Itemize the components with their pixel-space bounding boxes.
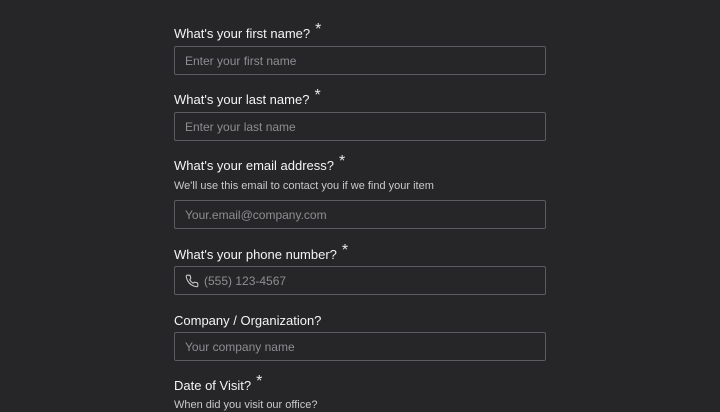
company-label-row: Company / Organization? <box>174 313 321 329</box>
company-input[interactable]: Your company name <box>174 332 546 361</box>
company-label: Company / Organization? <box>174 313 322 328</box>
last-name-label-row: What's your last name? * <box>174 87 321 108</box>
required-asterisk: * <box>339 153 346 170</box>
first-name-label-row: What's your first name? * <box>174 21 322 42</box>
phone-label: What's your phone number? <box>174 247 337 262</box>
visit-date-helper-text: When did you visit our office? <box>174 399 318 411</box>
email-label-row: What's your email address? * <box>174 153 346 174</box>
last-name-placeholder: Enter your last name <box>185 119 296 134</box>
required-asterisk: * <box>314 87 321 104</box>
email-label: What's your email address? <box>174 158 334 173</box>
phone-label-row: What's your phone number? * <box>174 242 349 263</box>
last-name-label: What's your last name? <box>174 92 310 107</box>
phone-input[interactable]: (555) 123-4567 <box>174 266 546 295</box>
visit-date-label-row: Date of Visit? * <box>174 373 263 394</box>
phone-placeholder: (555) 123-4567 <box>204 273 287 288</box>
last-name-input[interactable]: Enter your last name <box>174 112 546 141</box>
email-helper-text: We'll use this email to contact you if w… <box>174 180 434 192</box>
first-name-placeholder: Enter your first name <box>185 53 297 68</box>
required-asterisk: * <box>315 21 322 38</box>
required-asterisk: * <box>256 373 263 390</box>
required-asterisk: * <box>341 242 349 259</box>
email-input[interactable]: Your.email@company.com <box>174 200 546 229</box>
first-name-label: What's your first name? <box>174 26 311 41</box>
email-placeholder: Your.email@company.com <box>185 207 327 222</box>
first-name-input[interactable]: Enter your first name <box>174 46 546 75</box>
company-placeholder: Your company name <box>185 339 295 354</box>
phone-icon <box>185 274 199 287</box>
visit-date-label: Date of Visit? <box>174 378 252 393</box>
